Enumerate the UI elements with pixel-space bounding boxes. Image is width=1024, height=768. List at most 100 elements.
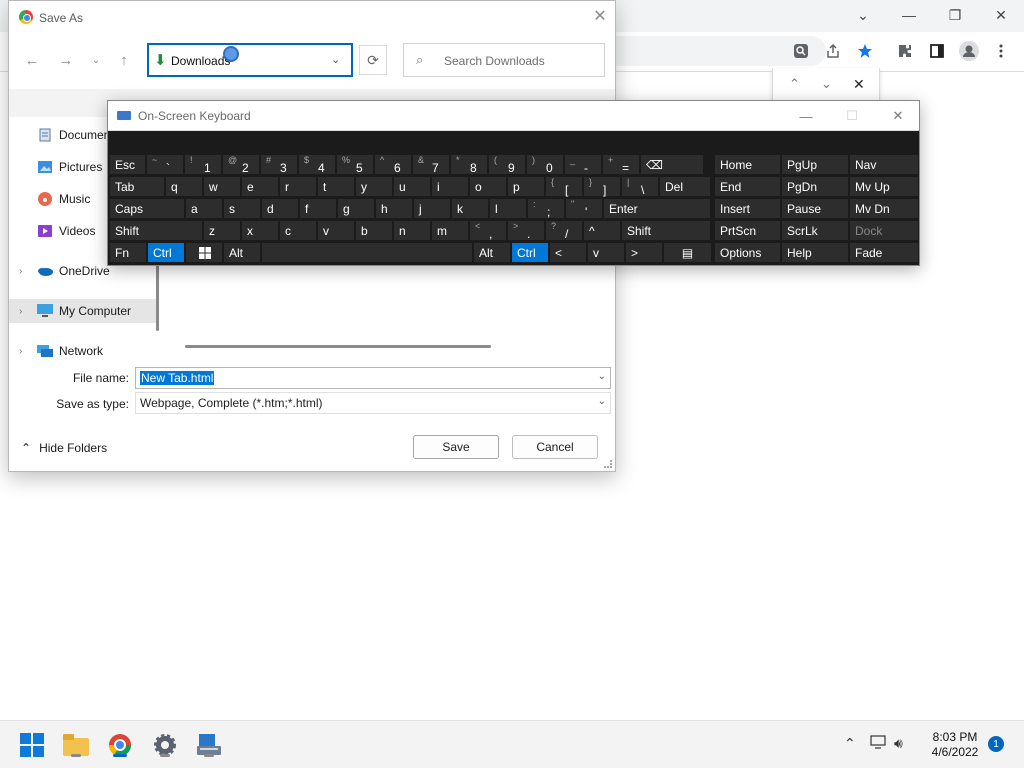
- key-ctrl-left[interactable]: Ctrl: [147, 242, 185, 263]
- key-arrow-down[interactable]: v: [587, 242, 625, 263]
- key-c[interactable]: c: [279, 220, 317, 241]
- key-row2-extra-0[interactable]: {[: [545, 176, 583, 197]
- show-hidden-icons-chevron-icon[interactable]: ⌃: [844, 735, 856, 752]
- file-explorer-icon[interactable]: [62, 731, 90, 759]
- key-r[interactable]: r: [279, 176, 317, 197]
- search-box[interactable]: ⌕ Search Downloads: [403, 43, 605, 77]
- find-previous-icon[interactable]: ⌃: [789, 76, 800, 92]
- file-name-dropdown-icon[interactable]: ⌄: [598, 371, 606, 382]
- key-row1-11[interactable]: ) 0: [526, 154, 564, 175]
- restore-button[interactable]: ❐: [932, 0, 978, 30]
- key-g[interactable]: g: [337, 198, 375, 219]
- key-tab[interactable]: Tab: [109, 176, 165, 197]
- on-screen-keyboard-taskbar-icon[interactable]: [195, 731, 223, 759]
- save-as-type-select[interactable]: Webpage, Complete (*.htm;*.html) ⌄: [135, 392, 611, 414]
- key-alt-left[interactable]: Alt: [223, 242, 261, 263]
- key-nav[interactable]: Nav: [849, 154, 919, 175]
- key-h[interactable]: h: [375, 198, 413, 219]
- key-row2-extra-1[interactable]: }]: [583, 176, 621, 197]
- key-i[interactable]: i: [431, 176, 469, 197]
- save-as-type-dropdown-icon[interactable]: ⌄: [598, 396, 606, 407]
- file-name-field[interactable]: New Tab.html ⌄: [135, 367, 611, 389]
- key-space[interactable]: [261, 242, 473, 263]
- key-row4-extra-1[interactable]: >.: [507, 220, 545, 241]
- key-row2-extra-3[interactable]: Del: [659, 176, 711, 197]
- key-options[interactable]: Options: [714, 242, 781, 263]
- key-f[interactable]: f: [299, 198, 337, 219]
- key-row2-extra-2[interactable]: | \: [621, 176, 659, 197]
- key-arrow-right[interactable]: >: [625, 242, 663, 263]
- key-pgdn[interactable]: PgDn: [781, 176, 849, 197]
- zoom-icon[interactable]: [788, 38, 814, 64]
- key-mv-up[interactable]: Mv Up: [849, 176, 919, 197]
- key-y[interactable]: y: [355, 176, 393, 197]
- key-row1-14[interactable]: ⌫: [640, 154, 704, 175]
- key-k[interactable]: k: [451, 198, 489, 219]
- key-ctrl-right[interactable]: Ctrl: [511, 242, 549, 263]
- key-mv-dn[interactable]: Mv Dn: [849, 198, 919, 219]
- find-close-icon[interactable]: ✕: [853, 76, 865, 93]
- key-t[interactable]: t: [317, 176, 355, 197]
- settings-gear-icon[interactable]: [151, 731, 179, 759]
- key-row1-4[interactable]: #3: [260, 154, 298, 175]
- key-row1-5[interactable]: $4: [298, 154, 336, 175]
- key-d[interactable]: d: [261, 198, 299, 219]
- extensions-icon[interactable]: [892, 38, 918, 64]
- key-pgup[interactable]: PgUp: [781, 154, 849, 175]
- key-m[interactable]: m: [431, 220, 469, 241]
- key-s[interactable]: s: [223, 198, 261, 219]
- volume-icon[interactable]: 🔊︎: [894, 735, 903, 752]
- close-window-button[interactable]: ✕: [978, 0, 1024, 30]
- key-a[interactable]: a: [185, 198, 223, 219]
- resize-grip-icon[interactable]: [604, 460, 612, 468]
- key-scrlk[interactable]: ScrLk: [781, 220, 849, 241]
- key-caps[interactable]: Caps: [109, 198, 185, 219]
- network-status-icon[interactable]: [870, 735, 886, 752]
- key-row1-12[interactable]: _ -: [564, 154, 602, 175]
- horizontal-scrollbar[interactable]: [185, 345, 491, 348]
- dialog-close-icon[interactable]: ✕: [589, 5, 611, 27]
- key-row1-8[interactable]: & 7: [412, 154, 450, 175]
- chrome-taskbar-icon[interactable]: [106, 731, 134, 759]
- key-b[interactable]: b: [355, 220, 393, 241]
- refresh-icon[interactable]: ⟳: [359, 45, 387, 75]
- forward-arrow-icon[interactable]: →: [55, 49, 77, 71]
- key-v[interactable]: v: [317, 220, 355, 241]
- key-q[interactable]: q: [165, 176, 203, 197]
- key-row4-extra-0[interactable]: <,: [469, 220, 507, 241]
- key-z[interactable]: z: [203, 220, 241, 241]
- key-pause[interactable]: Pause: [781, 198, 849, 219]
- key-insert[interactable]: Insert: [714, 198, 781, 219]
- key-n[interactable]: n: [393, 220, 431, 241]
- key-row3-extra-1[interactable]: " ': [565, 198, 603, 219]
- key-help[interactable]: Help: [781, 242, 849, 263]
- osk-minimize-button[interactable]: —: [791, 105, 821, 127]
- key-fade[interactable]: Fade: [849, 242, 919, 263]
- sidebar-item-network[interactable]: › Network: [9, 339, 157, 363]
- osk-close-button[interactable]: ✕: [883, 105, 913, 127]
- key-row4-extra-2[interactable]: ? /: [545, 220, 583, 241]
- key-row1-6[interactable]: % 5: [336, 154, 374, 175]
- key-x[interactable]: x: [241, 220, 279, 241]
- key-l[interactable]: l: [489, 198, 527, 219]
- key-row1-1[interactable]: ~ `: [146, 154, 184, 175]
- expand-chevron-icon[interactable]: ›: [19, 346, 33, 357]
- key-fn[interactable]: Fn: [109, 242, 147, 263]
- key-end[interactable]: End: [714, 176, 781, 197]
- key-row1-13[interactable]: + =: [602, 154, 640, 175]
- key-row3-extra-0[interactable]: :;: [527, 198, 565, 219]
- key-dock[interactable]: Dock: [849, 220, 919, 241]
- key-home[interactable]: Home: [714, 154, 781, 175]
- key-e[interactable]: e: [241, 176, 279, 197]
- minimize-button[interactable]: —: [886, 0, 932, 30]
- key-row1-9[interactable]: * 8: [450, 154, 488, 175]
- key-alt-right[interactable]: Alt: [473, 242, 511, 263]
- cancel-button[interactable]: Cancel: [512, 435, 598, 459]
- key-row3-extra-2[interactable]: Enter: [603, 198, 711, 219]
- key-arrow-left[interactable]: <: [549, 242, 587, 263]
- key-u[interactable]: u: [393, 176, 431, 197]
- profile-avatar-icon[interactable]: [956, 38, 982, 64]
- key-row1-2[interactable]: ! 1: [184, 154, 222, 175]
- back-arrow-icon[interactable]: ←: [21, 49, 43, 71]
- key-o[interactable]: o: [469, 176, 507, 197]
